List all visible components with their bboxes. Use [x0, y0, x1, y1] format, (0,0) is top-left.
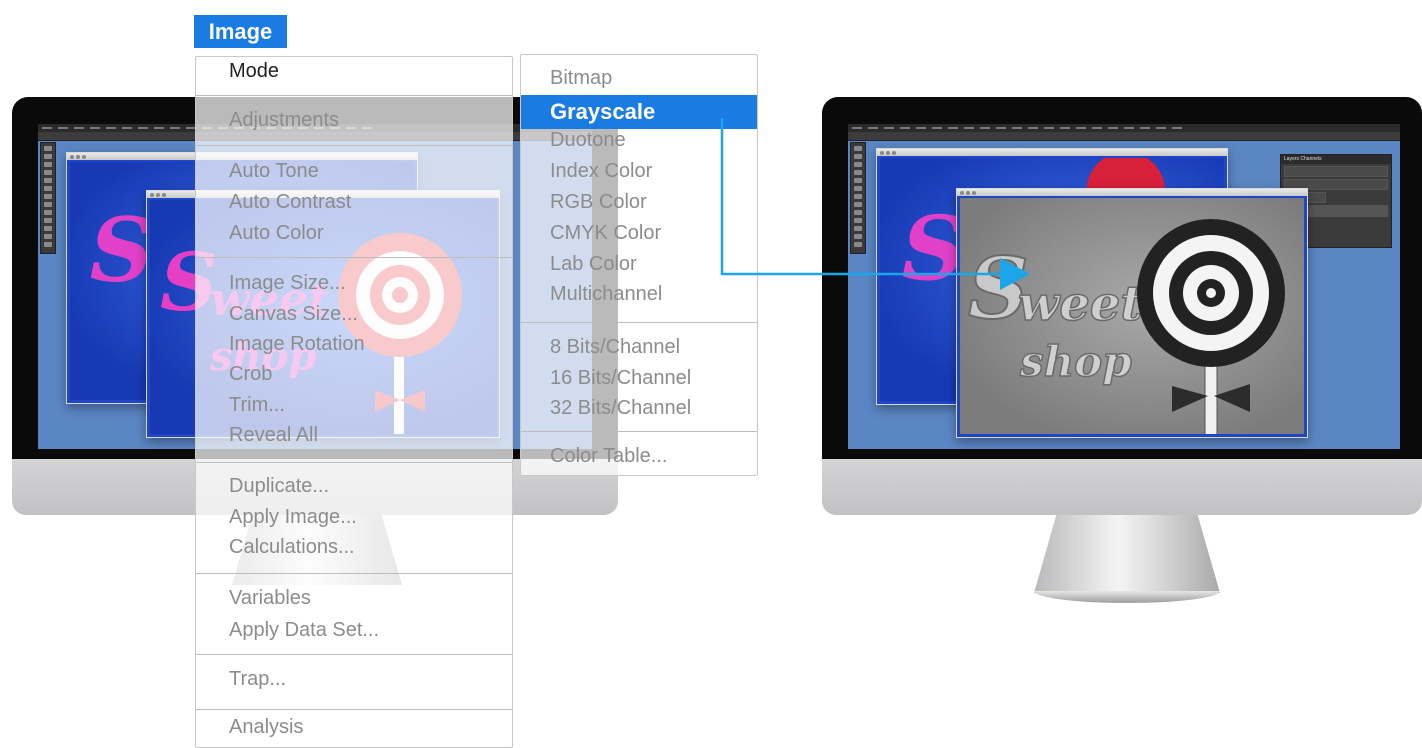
- menu-item-variables[interactable]: Variables: [196, 583, 512, 614]
- document-window-front: S weet shop: [956, 188, 1308, 438]
- right-monitor-chin: [822, 459, 1422, 515]
- submenu-item-32-bits[interactable]: 32 Bits/Channel: [521, 393, 757, 424]
- menu-item-duplicate[interactable]: Duplicate...: [196, 471, 512, 502]
- submenu-item-duotone[interactable]: Duotone: [521, 125, 757, 156]
- right-monitor: S Layers Channels Layer 0 S weet shop: [822, 97, 1422, 607]
- menu-item-image-rotation[interactable]: Image Rotation: [196, 329, 512, 360]
- toolbox: [40, 142, 56, 254]
- menu-separator: [196, 573, 512, 574]
- menu-item-canvas-size[interactable]: Canvas Size...: [196, 299, 512, 330]
- toolbox: [850, 142, 866, 254]
- menu-item-analysis[interactable]: Analysis: [196, 712, 512, 743]
- submenu-item-16-bits[interactable]: 16 Bits/Channel: [521, 363, 757, 394]
- submenu-item-cmyk-color[interactable]: CMYK Color: [521, 218, 757, 249]
- submenu-item-multichannel[interactable]: Multichannel: [521, 279, 757, 310]
- submenu-item-color-table[interactable]: Color Table...: [521, 441, 757, 472]
- svg-text:shop: shop: [1019, 337, 1132, 386]
- menu-item-auto-tone[interactable]: Auto Tone: [196, 156, 512, 187]
- image-menu-title[interactable]: Image: [194, 15, 287, 48]
- menu-item-adjustments[interactable]: Adjustments: [196, 105, 512, 136]
- image-menu: Mode Adjustments Auto Tone Auto Contrast…: [195, 56, 513, 748]
- submenu-item-bitmap[interactable]: Bitmap: [521, 63, 757, 94]
- submenu-item-8-bits[interactable]: 8 Bits/Channel: [521, 332, 757, 363]
- menu-item-crop[interactable]: Crob: [196, 359, 512, 390]
- menu-separator: [196, 145, 512, 146]
- menu-item-auto-contrast[interactable]: Auto Contrast: [196, 187, 512, 218]
- right-monitor-stand: [1034, 515, 1220, 593]
- submenu-item-rgb-color[interactable]: RGB Color: [521, 187, 757, 218]
- menu-item-auto-color[interactable]: Auto Color: [196, 218, 512, 249]
- menu-separator: [521, 431, 757, 432]
- menu-separator: [196, 709, 512, 710]
- submenu-item-index-color[interactable]: Index Color: [521, 156, 757, 187]
- menu-item-reveal-all[interactable]: Reveal All: [196, 420, 512, 451]
- lollipop-artwork-icon: S weet shop: [967, 219, 1285, 434]
- mode-submenu: Bitmap Grayscale Duotone Index Color RGB…: [520, 54, 758, 476]
- svg-text:S: S: [90, 198, 154, 302]
- options-bar: [848, 132, 1400, 141]
- menu-item-image-size[interactable]: Image Size...: [196, 268, 512, 299]
- menu-separator: [196, 654, 512, 655]
- app-menubar: [848, 124, 1400, 132]
- right-screen: S Layers Channels Layer 0 S weet shop: [848, 124, 1400, 449]
- menu-separator: [196, 257, 512, 258]
- menu-item-trap[interactable]: Trap...: [196, 664, 512, 695]
- menu-item-mode[interactable]: Mode: [196, 56, 512, 87]
- menu-item-trim[interactable]: Trim...: [196, 390, 512, 421]
- submenu-item-lab-color[interactable]: Lab Color: [521, 249, 757, 280]
- menu-separator: [521, 322, 757, 323]
- submenu-item-grayscale[interactable]: Grayscale: [521, 95, 757, 129]
- menu-item-calculations[interactable]: Calculations...: [196, 532, 512, 563]
- svg-text:weet: weet: [1018, 276, 1143, 332]
- menu-item-apply-image[interactable]: Apply Image...: [196, 502, 512, 533]
- layers-panel-tabs[interactable]: Layers Channels: [1281, 155, 1391, 164]
- right-monitor-foot: [1034, 591, 1220, 603]
- menu-item-apply-data-set[interactable]: Apply Data Set...: [196, 615, 512, 646]
- menu-separator: [196, 462, 512, 463]
- menu-separator: [196, 95, 512, 96]
